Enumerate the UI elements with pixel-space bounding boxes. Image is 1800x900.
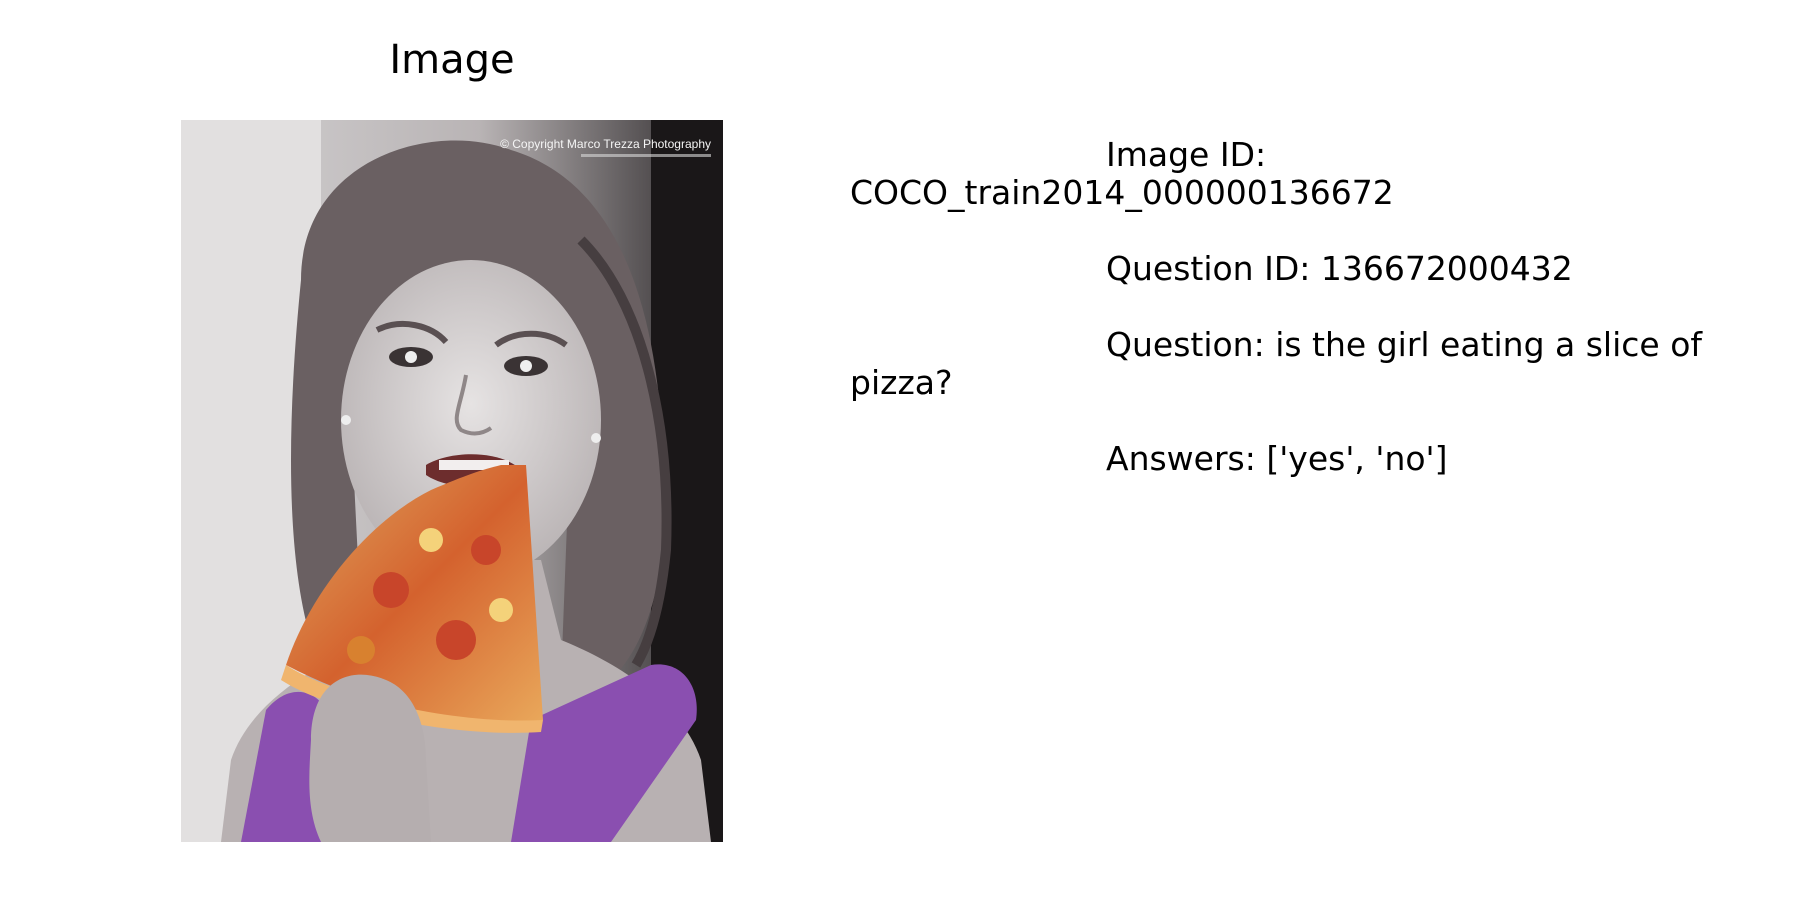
question-id-text: Question ID: 136672000432 [1106, 249, 1573, 288]
image-panel-title: Image [389, 37, 515, 83]
sample-info: Image ID: COCO_train2014_000000136672 Qu… [850, 136, 1750, 478]
sample-photo: © Copyright Marco Trezza Photography [181, 120, 723, 842]
answers-text: Answers: ['yes', 'no'] [1106, 439, 1448, 478]
image-id-text: Image ID: COCO_train2014_000000136672 [850, 135, 1394, 212]
question-text: Question: is the girl eating a slice of … [850, 325, 1703, 402]
photo-watermark: © Copyright Marco Trezza Photography [500, 137, 711, 151]
